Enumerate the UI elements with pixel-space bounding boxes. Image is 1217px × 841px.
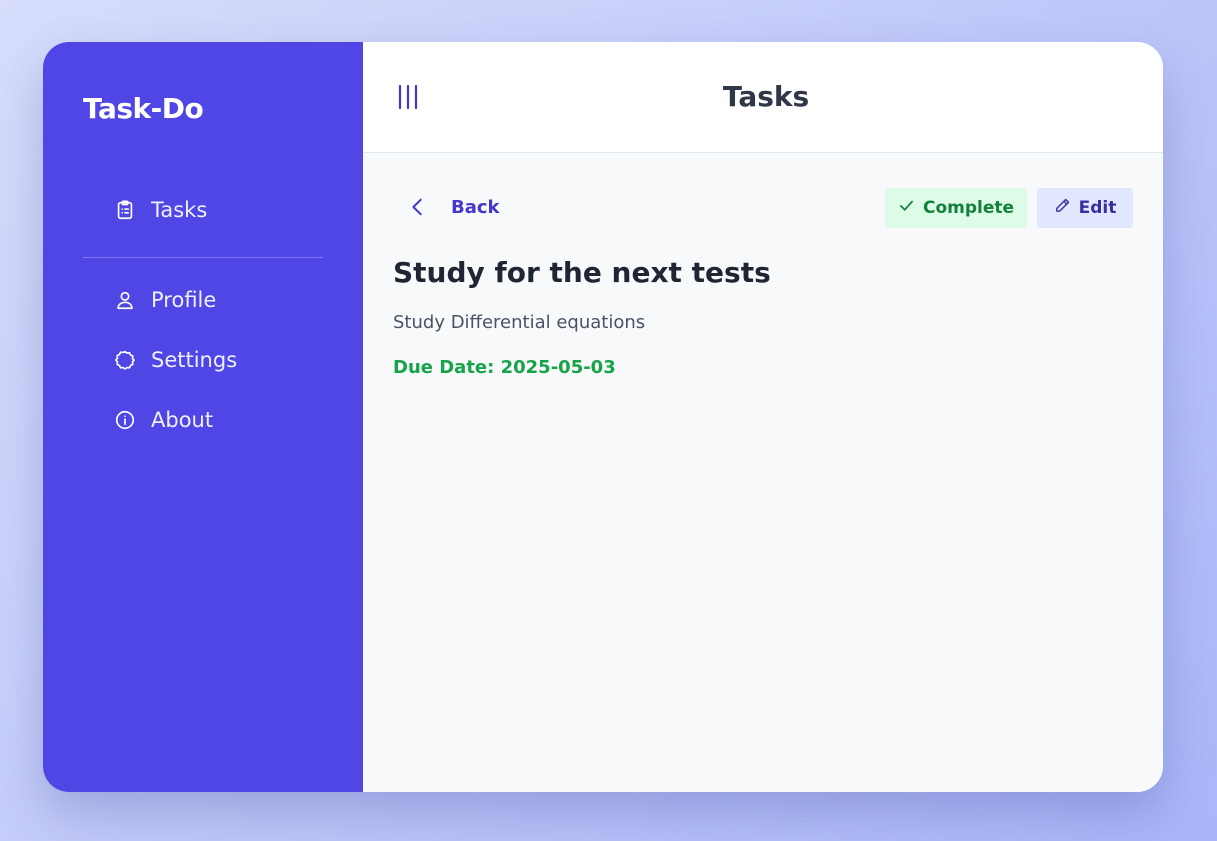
back-button-label: Back bbox=[451, 196, 500, 218]
sidebar-item-label: About bbox=[151, 408, 214, 432]
sidebar-item-label: Tasks bbox=[151, 198, 208, 222]
app-window: Task-Do Tasks Profile Settings About Tas… bbox=[43, 42, 1163, 792]
back-button[interactable]: Back bbox=[407, 196, 500, 218]
task-description: Study Differential equations bbox=[393, 312, 646, 333]
sidebar-item-profile[interactable]: Profile bbox=[113, 288, 216, 312]
sidebar-item-label: Settings bbox=[151, 348, 238, 372]
pencil-icon bbox=[1054, 197, 1071, 219]
page-title: Tasks bbox=[722, 80, 810, 113]
check-icon bbox=[898, 197, 915, 219]
main-content: Tasks Back Complete Edit Study for the n… bbox=[363, 42, 1163, 792]
user-icon bbox=[113, 288, 137, 312]
chevron-left-icon bbox=[407, 196, 429, 218]
complete-button-label: Complete bbox=[922, 198, 1015, 218]
info-icon bbox=[113, 408, 137, 432]
top-bar: Tasks bbox=[363, 42, 1163, 153]
sidebar-item-label: Profile bbox=[151, 288, 217, 312]
task-title: Study for the next tests bbox=[393, 256, 771, 289]
sidebar-divider bbox=[83, 257, 323, 258]
edit-button[interactable]: Edit bbox=[1037, 188, 1133, 228]
sidebar-item-about[interactable]: About bbox=[113, 408, 213, 432]
brand-logo: Task-Do bbox=[83, 92, 204, 125]
edit-button-label: Edit bbox=[1078, 198, 1117, 218]
sidebar-item-tasks[interactable]: Tasks bbox=[113, 198, 207, 222]
sidebar: Task-Do Tasks Profile Settings About bbox=[43, 42, 363, 792]
task-due-date: Due Date: 2025-05-03 bbox=[393, 357, 616, 378]
clipboard-list-icon bbox=[113, 198, 137, 222]
gear-icon bbox=[113, 348, 137, 372]
complete-button[interactable]: Complete bbox=[885, 188, 1027, 228]
sidebar-item-settings[interactable]: Settings bbox=[113, 348, 237, 372]
